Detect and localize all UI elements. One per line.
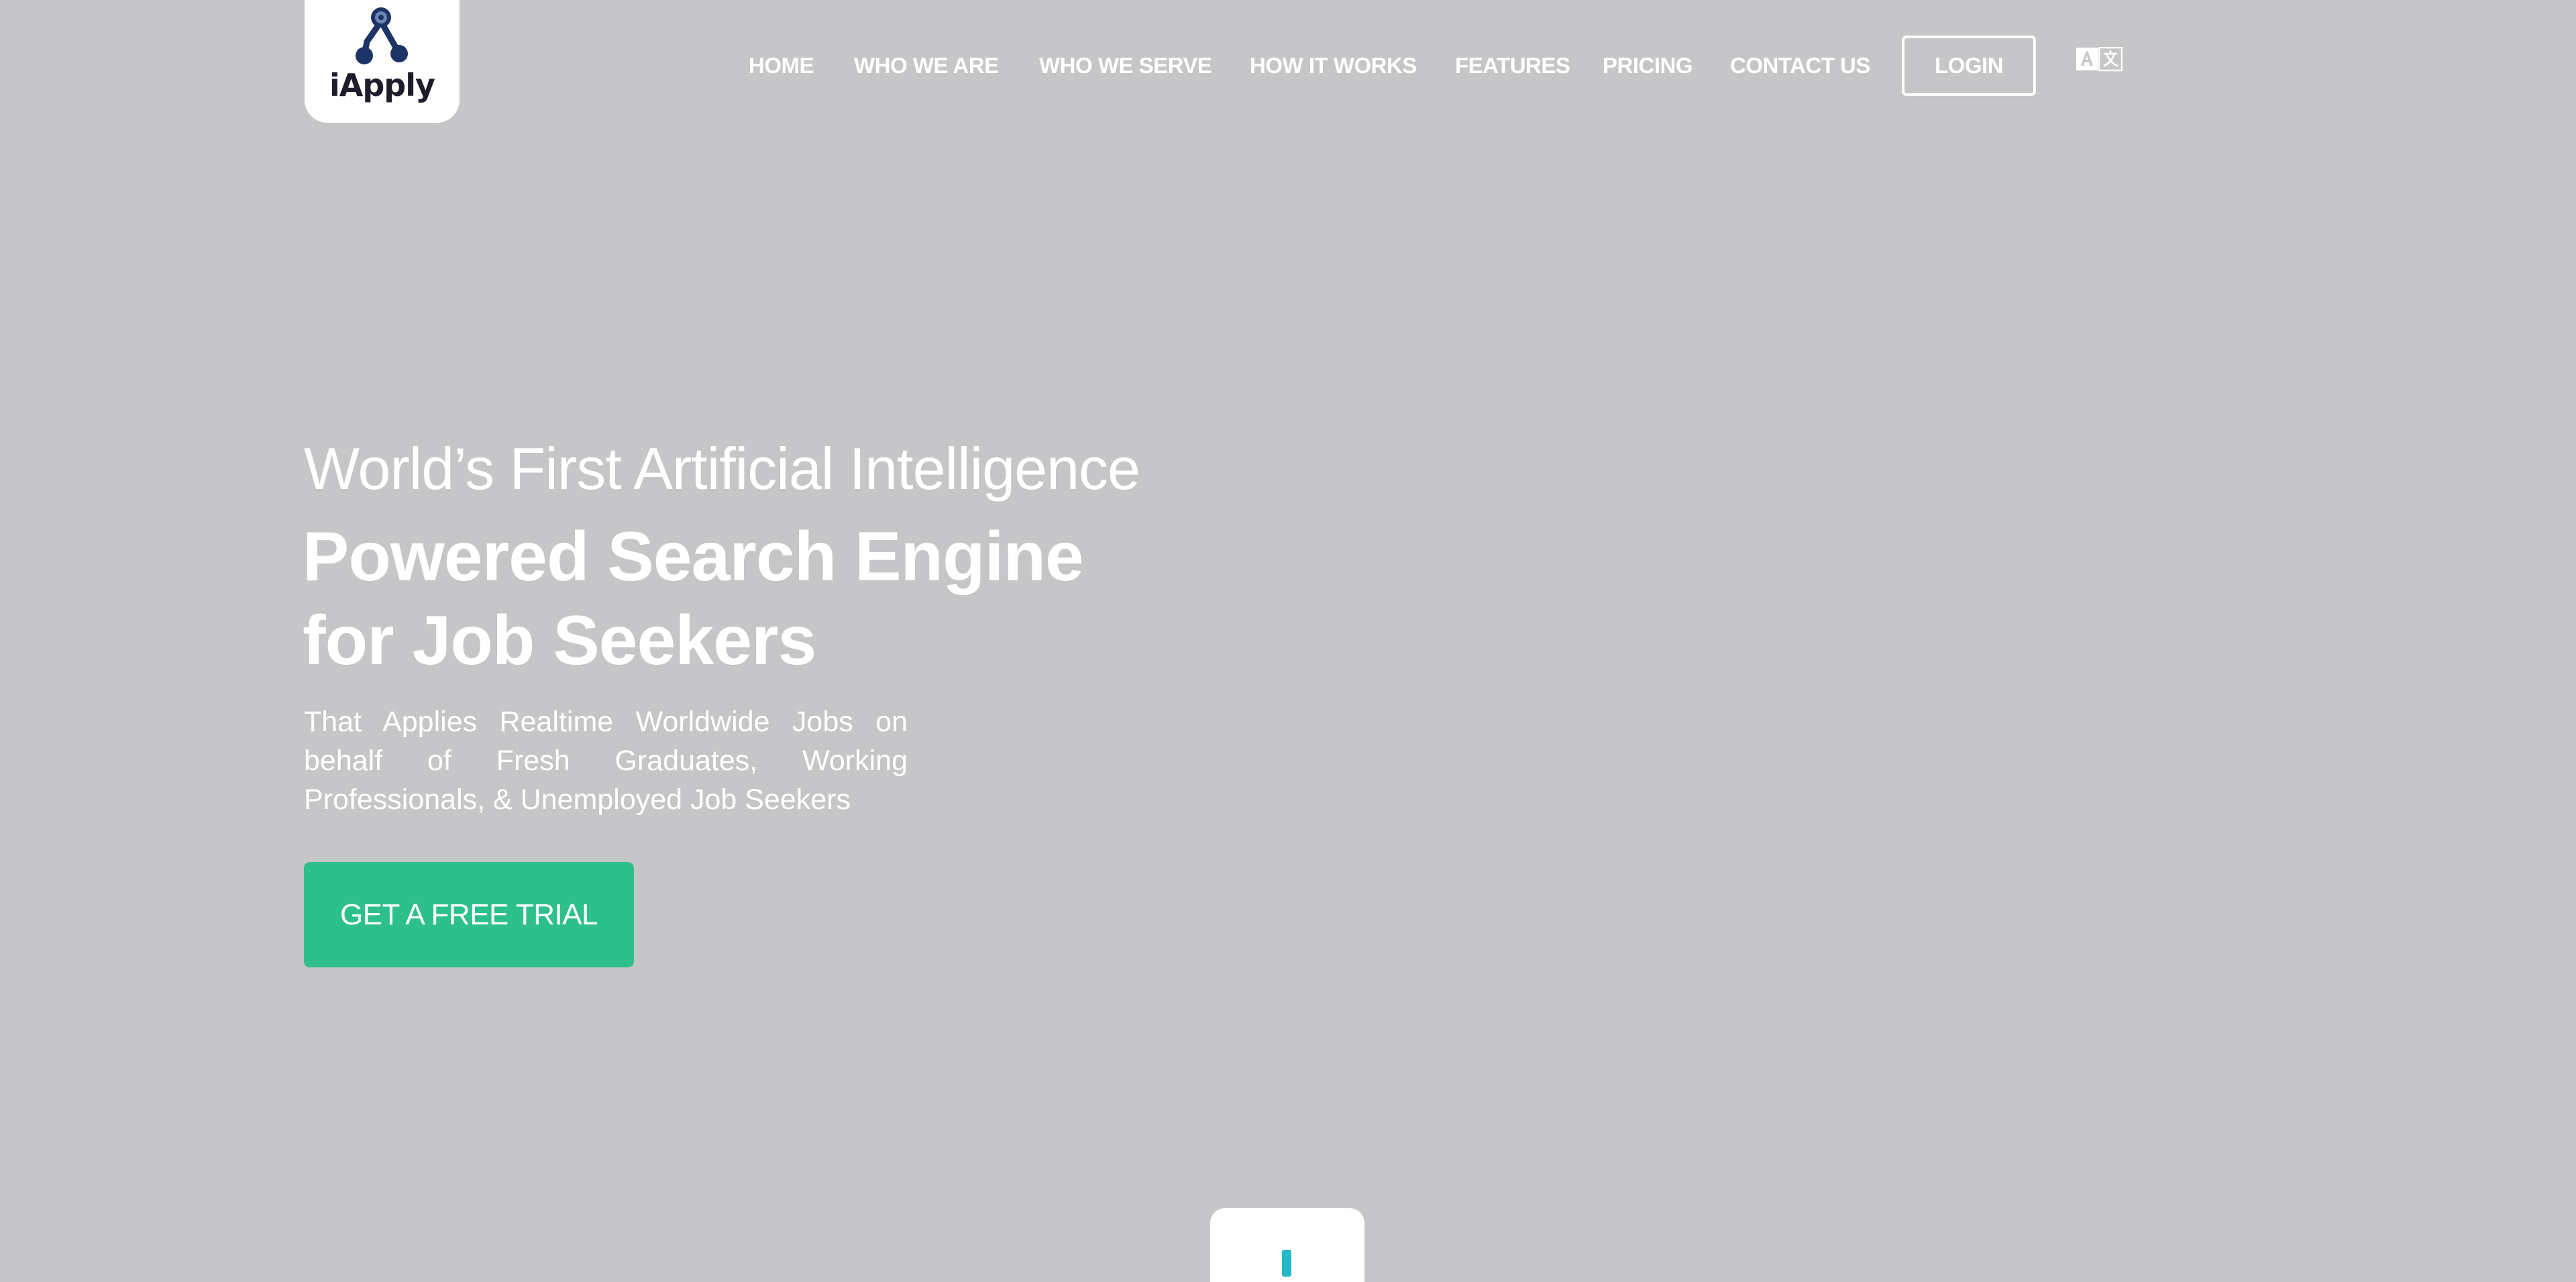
- translate-icon[interactable]: [2076, 47, 2123, 72]
- nav-who-we-are[interactable]: WHO WE ARE: [854, 54, 999, 76]
- main-nav: HOME WHO WE ARE WHO WE SERVE HOW IT WORK…: [0, 36, 2576, 96]
- hero-title: Powered Search Engine for Job Seekers: [303, 515, 1309, 683]
- login-button[interactable]: LOGIN: [1902, 36, 2036, 96]
- scroll-card[interactable]: [1210, 1208, 1364, 1282]
- nav-who-we-serve[interactable]: WHO WE SERVE: [1039, 54, 1212, 76]
- hero-title-line-1: Powered Search Engine: [303, 518, 1084, 596]
- nav-contact-us[interactable]: CONTACT US: [1730, 54, 1870, 76]
- scroll-indicator-icon: [1282, 1250, 1291, 1277]
- nav-pricing[interactable]: PRICING: [1603, 54, 1693, 76]
- free-trial-button[interactable]: GET A FREE TRIAL: [304, 862, 634, 967]
- hero-title-line-2: for Job Seekers: [303, 602, 816, 680]
- hero-subtitle: That Applies Realtime Worldwide Jobs on …: [304, 706, 908, 816]
- hero-tagline: World’s First Artificial Intelligence: [304, 435, 1140, 502]
- nav-how-it-works[interactable]: HOW IT WORKS: [1250, 54, 1417, 76]
- nav-features[interactable]: FEATURES: [1455, 54, 1570, 76]
- nav-home[interactable]: HOME: [749, 54, 814, 76]
